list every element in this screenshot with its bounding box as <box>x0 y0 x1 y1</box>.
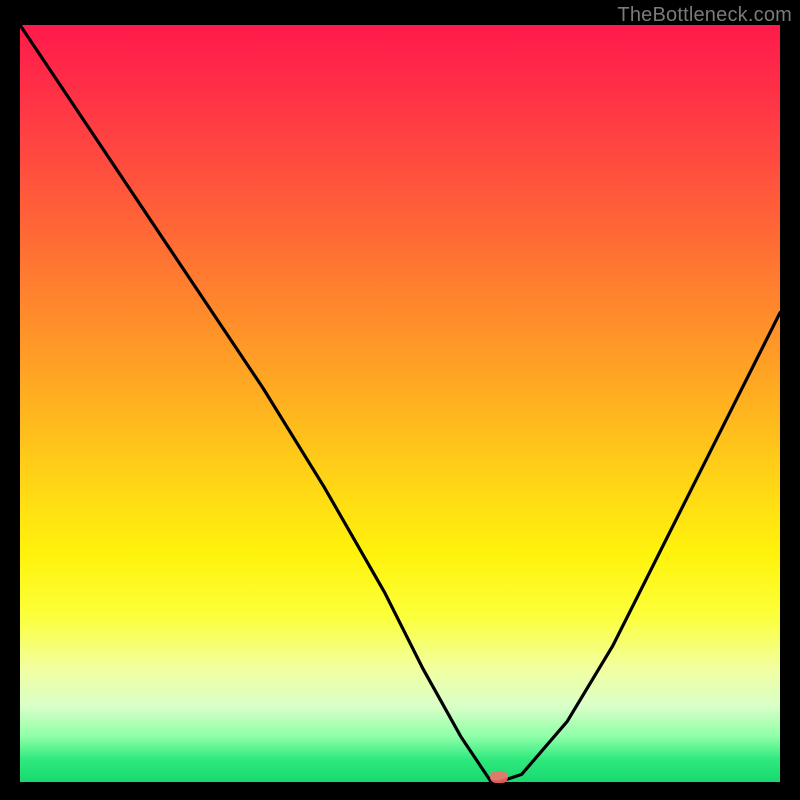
curve-layer <box>20 25 780 782</box>
bottleneck-curve-path <box>20 25 780 782</box>
watermark-text: TheBottleneck.com <box>617 4 792 27</box>
optimal-point-marker <box>490 771 508 783</box>
chart-frame: TheBottleneck.com <box>0 0 800 800</box>
plot-area <box>20 25 780 782</box>
